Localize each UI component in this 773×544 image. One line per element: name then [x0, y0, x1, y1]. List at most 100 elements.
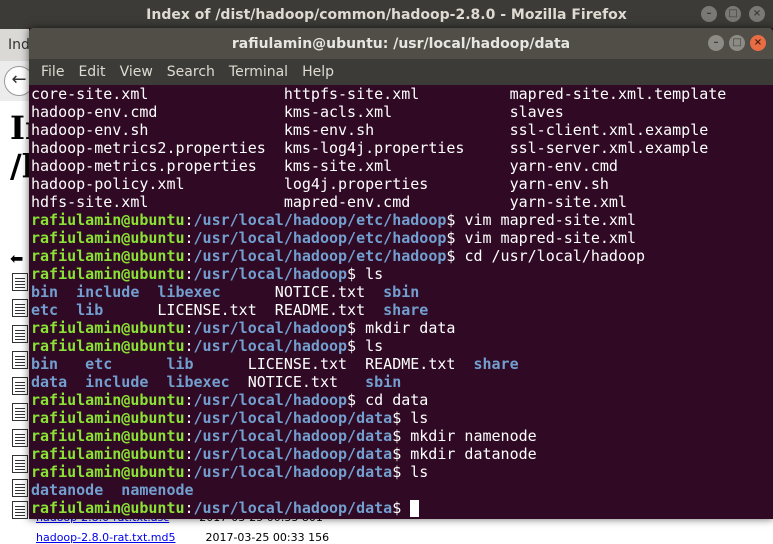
prompt-dollar: $ — [347, 337, 366, 355]
prompt-dollar: $ — [392, 499, 411, 517]
command-text: ls — [365, 265, 384, 283]
terminal-menubar: File Edit View Search Terminal Help — [29, 59, 773, 85]
file-entry: hadoop-metrics2.properties — [31, 139, 266, 157]
prompt-colon: : — [184, 463, 194, 481]
dir-entry: bin — [31, 355, 59, 373]
prompt-dollar: $ — [392, 445, 411, 463]
terminal-titlebar[interactable]: rafiulamin@ubuntu: /usr/local/hadoop/dat… — [29, 28, 773, 59]
command-text: mkdir datanode — [410, 445, 537, 463]
command-text: ls — [365, 337, 384, 355]
terminal-title: rafiulamin@ubuntu: /usr/local/hadoop/dat… — [231, 35, 571, 52]
file-icon — [12, 429, 28, 447]
command-text: vim mapred-site.xml — [464, 211, 637, 229]
prompt-line: rafiulamin@ubuntu:/usr/local/hadoop/data… — [31, 427, 773, 445]
prompt-line: rafiulamin@ubuntu:/usr/local/hadoop/etc/… — [31, 211, 773, 229]
close-icon[interactable]: × — [749, 6, 765, 22]
firefox-tab[interactable]: Ind — [8, 37, 30, 53]
menu-file[interactable]: File — [34, 64, 71, 80]
file-icon — [12, 455, 28, 473]
menu-search[interactable]: Search — [160, 64, 222, 80]
file-link[interactable]: hadoop-2.8.0-rat.txt.md5 — [36, 531, 175, 544]
file-entry: ssl-client.xml.example — [509, 121, 709, 139]
dir-entry: lib — [166, 355, 194, 373]
file-listing-line: hadoop-env.cmd kms-acls.xml slaves — [31, 103, 773, 121]
menu-terminal[interactable]: Terminal — [222, 64, 295, 80]
dir-entry: share — [383, 301, 429, 319]
terminal-output[interactable]: core-site.xml httpfs-site.xml mapred-site.… — [29, 85, 773, 519]
prompt-path: /usr/local/hadoop/data — [193, 445, 393, 463]
command-text: vim mapred-site.xml — [464, 229, 637, 247]
prompt-dollar: $ — [446, 211, 465, 229]
file-entry: yarn-env.sh — [509, 175, 609, 193]
prompt-user: rafiulamin@ubuntu — [31, 229, 185, 247]
prompt-line: rafiulamin@ubuntu:/usr/local/hadoop/etc/… — [31, 229, 773, 247]
prompt-user: rafiulamin@ubuntu — [31, 463, 185, 481]
prompt-line: rafiulamin@ubuntu:/usr/local/hadoop/etc/… — [31, 247, 773, 265]
file-entry: mapred-site.xml.template — [509, 85, 727, 103]
maximize-icon[interactable]: □ — [725, 6, 741, 22]
file-listing-line: hadoop-env.sh kms-env.sh ssl-client.xml.ex… — [31, 121, 773, 139]
command-text: ls — [410, 409, 429, 427]
dir-entry: share — [473, 355, 519, 373]
parent-dir-icon[interactable]: ⬅ — [10, 249, 23, 268]
file-icon — [12, 325, 28, 343]
prompt-dollar: $ — [347, 265, 366, 283]
prompt-dollar: $ — [392, 409, 411, 427]
prompt-colon: : — [184, 265, 194, 283]
prompt-colon: : — [184, 499, 194, 517]
file-entry: yarn-site.xml — [509, 193, 627, 211]
dir-entry: namenode — [121, 481, 194, 499]
prompt-user: rafiulamin@ubuntu — [31, 247, 185, 265]
file-entry: log4j.properties — [283, 175, 429, 193]
dir-entry: sbin — [365, 373, 402, 391]
file-icon — [12, 501, 28, 519]
ls-output-line: bin etc lib LICENSE.txt README.txt share — [31, 355, 773, 373]
prompt-path: /usr/local/hadoop/etc/hadoop — [193, 211, 447, 229]
prompt-dollar: $ — [446, 229, 465, 247]
maximize-icon[interactable]: □ — [729, 35, 745, 51]
dir-entry: etc — [85, 355, 113, 373]
file-entry: LICENSE.txt — [157, 301, 257, 319]
file-entry: slaves — [509, 103, 564, 121]
prompt-colon: : — [184, 337, 194, 355]
minimize-icon[interactable]: – — [701, 6, 717, 22]
file-entry: NOTICE.txt — [247, 373, 339, 391]
file-entry: hadoop-metrics.properties — [31, 157, 257, 175]
file-entry: mapred-env.cmd — [283, 193, 411, 211]
prompt-path: /usr/local/hadoop/data — [193, 463, 393, 481]
ls-output-line: data include libexec NOTICE.txt sbin — [31, 373, 773, 391]
file-icon — [12, 273, 28, 291]
dir-entry: include — [76, 283, 140, 301]
prompt-colon: : — [184, 229, 194, 247]
prompt-path: /usr/local/hadoop/data — [193, 499, 393, 517]
menu-edit[interactable]: Edit — [71, 64, 112, 80]
file-entry: yarn-env.cmd — [509, 157, 618, 175]
prompt-path: /usr/local/hadoop/data — [193, 427, 393, 445]
minimize-icon[interactable]: – — [708, 35, 724, 51]
prompt-user: rafiulamin@ubuntu — [31, 409, 185, 427]
terminal-window[interactable]: rafiulamin@ubuntu: /usr/local/hadoop/dat… — [29, 28, 773, 519]
dir-entry: libexec — [166, 373, 230, 391]
file-entry: hadoop-env.sh — [31, 121, 149, 139]
close-icon[interactable]: × — [750, 35, 766, 51]
listing-row: hadoop-2.8.0-rat.txt.md5 2017-03-25 00:33… — [36, 531, 330, 544]
menu-help[interactable]: Help — [295, 64, 341, 80]
prompt-path: /usr/local/hadoop/etc/hadoop — [193, 247, 447, 265]
dir-entry: include — [85, 373, 149, 391]
dir-entry: bin — [31, 283, 59, 301]
file-icon — [12, 299, 28, 317]
dir-entry: data — [31, 373, 68, 391]
prompt-user: rafiulamin@ubuntu — [31, 265, 185, 283]
prompt-line: rafiulamin@ubuntu:/usr/local/hadoop $ ls — [31, 265, 773, 283]
menu-view[interactable]: View — [113, 64, 160, 80]
ls-output-line: bin include libexec NOTICE.txt sbin — [31, 283, 773, 301]
command-text: mkdir data — [365, 319, 456, 337]
file-entry: README.txt — [274, 301, 366, 319]
prompt-line: rafiulamin@ubuntu:/usr/local/hadoop/data… — [31, 409, 773, 427]
prompt-line: rafiulamin@ubuntu:/usr/local/hadoop $ cd … — [31, 391, 773, 409]
prompt-user: rafiulamin@ubuntu — [31, 211, 185, 229]
prompt-line: rafiulamin@ubuntu:/usr/local/hadoop/data… — [31, 445, 773, 463]
prompt-user: rafiulamin@ubuntu — [31, 427, 185, 445]
prompt-line: rafiulamin@ubuntu:/usr/local/hadoop/data… — [31, 499, 773, 517]
firefox-window-controls: – □ × — [701, 6, 765, 22]
